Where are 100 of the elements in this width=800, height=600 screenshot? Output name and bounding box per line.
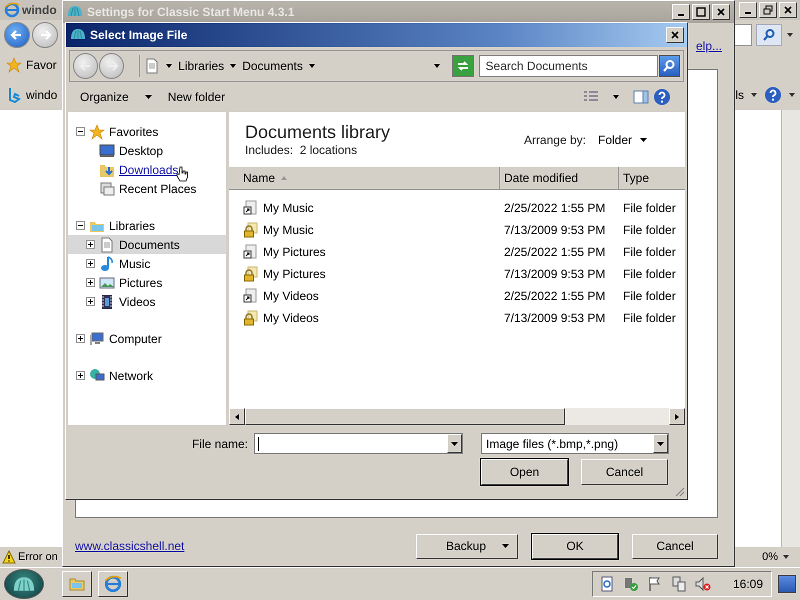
- tools-menu[interactable]: ls: [735, 88, 744, 102]
- date-cell-text: 2/25/2022 1:55 PM: [503, 201, 606, 215]
- start-button[interactable]: [4, 569, 44, 599]
- tree-item[interactable]: Desktop: [68, 141, 226, 160]
- tree-toggle-icon[interactable]: [76, 221, 85, 230]
- caret-icon: [502, 544, 509, 548]
- address-bar[interactable]: Libraries Documents: [139, 55, 448, 77]
- network-icon[interactable]: [670, 576, 687, 592]
- breadcrumb-item[interactable]: Libraries: [178, 59, 224, 73]
- breadcrumb-item[interactable]: Documents: [242, 59, 303, 73]
- tree-toggle-icon[interactable]: [76, 334, 85, 343]
- computer-icon: [89, 330, 105, 346]
- close-button[interactable]: [666, 27, 684, 43]
- column-header[interactable]: Date modified: [500, 167, 619, 189]
- search-button[interactable]: [658, 55, 680, 77]
- file-name[interactable]: My Music: [263, 201, 314, 215]
- tree-item[interactable]: Documents: [68, 235, 226, 254]
- toolbar-button[interactable]: New folder: [162, 87, 232, 107]
- date-cell-text: 7/13/2009 9:53 PM: [503, 223, 606, 237]
- favorites-button[interactable]: Favor: [26, 58, 57, 72]
- dialog-button[interactable]: Open: [481, 459, 568, 485]
- show-desktop-button[interactable]: [778, 575, 796, 593]
- tree-toggle-icon[interactable]: [76, 371, 85, 380]
- file-name[interactable]: My Videos: [263, 311, 319, 325]
- pictures-icon: [99, 274, 115, 290]
- tree-toggle-icon[interactable]: [86, 240, 95, 249]
- file-type-dropdown[interactable]: Image files (*.bmp,*.png): [481, 433, 669, 454]
- tree-toggle-icon[interactable]: [86, 278, 95, 287]
- website-link[interactable]: www.classicshell.net: [75, 539, 184, 553]
- back-button[interactable]: [73, 53, 98, 79]
- search-button[interactable]: [756, 24, 782, 46]
- forward-button[interactable]: [99, 53, 124, 79]
- resize-grip-icon[interactable]: [673, 485, 685, 497]
- date-cell-text: 2/25/2022 1:55 PM: [503, 245, 606, 259]
- tree-item[interactable]: Pictures: [68, 273, 226, 292]
- clock[interactable]: 16:09: [732, 577, 763, 591]
- caret-icon: [657, 442, 664, 446]
- column-header[interactable]: Name: [229, 167, 500, 189]
- tree-item[interactable]: Libraries: [68, 216, 226, 235]
- horizontal-scrollbar[interactable]: [229, 408, 685, 425]
- dialog-button[interactable]: Backup: [416, 534, 518, 558]
- search-field[interactable]: Search Documents: [478, 55, 658, 77]
- tree-item[interactable]: Network: [68, 366, 226, 385]
- network-icon: [89, 368, 105, 384]
- back-arrow-icon: [10, 28, 24, 42]
- tree-item[interactable]: Downloads: [68, 160, 226, 179]
- left-arrow-icon: [235, 414, 239, 420]
- tree-toggle-icon[interactable]: [76, 127, 85, 136]
- close-button[interactable]: [779, 2, 797, 18]
- speaker-muted-icon[interactable]: [694, 576, 711, 592]
- file-name[interactable]: My Pictures: [263, 267, 326, 281]
- tree-toggle-icon[interactable]: [86, 297, 95, 306]
- recent-icon: [99, 180, 115, 196]
- documents-icon: [99, 236, 115, 252]
- help-icon[interactable]: [764, 86, 782, 104]
- file-name-field[interactable]: [254, 433, 463, 454]
- browser-tab[interactable]: windo: [26, 88, 58, 102]
- tree-item[interactable]: Computer: [68, 329, 226, 348]
- close-button[interactable]: [712, 4, 730, 20]
- forward-button[interactable]: [32, 22, 58, 48]
- flag-icon[interactable]: [646, 576, 663, 592]
- document-icon: [144, 58, 160, 74]
- zoom-level[interactable]: 0%: [762, 551, 778, 563]
- back-button[interactable]: [4, 22, 30, 48]
- caret-icon: [783, 555, 789, 559]
- minimize-button[interactable]: [739, 2, 757, 18]
- caret-icon: [451, 442, 458, 446]
- shell-icon: [12, 575, 36, 593]
- window-title: windo: [22, 3, 57, 17]
- vertical-scrollbar[interactable]: [781, 110, 800, 547]
- toolbar-button[interactable]: Organize: [74, 87, 158, 107]
- dialog-button[interactable]: Cancel: [581, 459, 668, 485]
- caret-icon[interactable]: [613, 95, 619, 99]
- address-field[interactable]: [735, 24, 752, 46]
- preview-pane-icon[interactable]: [633, 89, 649, 105]
- document-search-icon[interactable]: [598, 576, 615, 592]
- star-icon: [89, 124, 105, 140]
- help-icon[interactable]: [653, 88, 671, 106]
- refresh-button[interactable]: [452, 55, 474, 77]
- ie-taskbar-button[interactable]: [98, 571, 128, 597]
- file-name[interactable]: My Music: [263, 223, 314, 237]
- shield-check-icon[interactable]: [622, 576, 639, 592]
- dialog-button[interactable]: Cancel: [632, 534, 718, 558]
- arrange-dropdown[interactable]: Folder: [594, 130, 651, 148]
- maximize-button[interactable]: [692, 4, 710, 20]
- explorer-taskbar-button[interactable]: [62, 571, 92, 597]
- file-name[interactable]: My Pictures: [263, 245, 326, 259]
- restore-button[interactable]: [759, 2, 777, 18]
- caret-icon: [144, 95, 152, 99]
- file-name[interactable]: My Videos: [263, 289, 319, 303]
- column-header[interactable]: Type: [619, 167, 685, 189]
- tree-item[interactable]: Favorites: [68, 122, 226, 141]
- date-cell-text: 7/13/2009 9:53 PM: [503, 311, 606, 325]
- help-link[interactable]: elp...: [696, 39, 722, 53]
- tree-toggle-icon[interactable]: [86, 259, 95, 268]
- tree-item[interactable]: Recent Places: [68, 179, 226, 198]
- tree-item[interactable]: Music: [68, 254, 226, 273]
- tree-item[interactable]: Videos: [68, 292, 226, 311]
- minimize-button[interactable]: [672, 4, 690, 20]
- dialog-button[interactable]: OK: [532, 534, 618, 558]
